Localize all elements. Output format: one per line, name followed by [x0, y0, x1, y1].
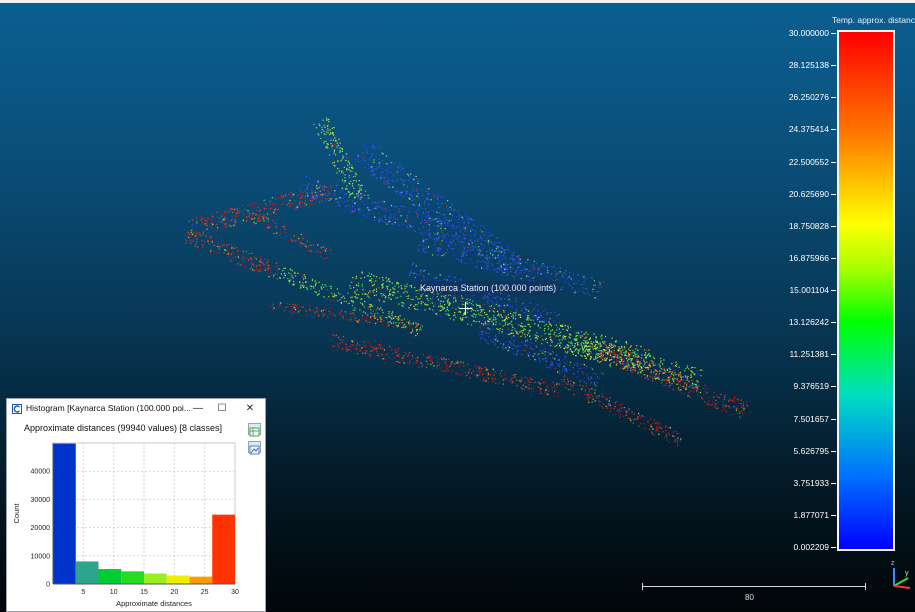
- histogram-window-title: Histogram [Kaynarca Station (100.000 poi…: [26, 403, 191, 413]
- color-scale-tick-label: 16.875966: [788, 252, 829, 263]
- x-tick-label: 15: [140, 589, 148, 596]
- color-scale-tick-label: 30.000000: [788, 28, 829, 38]
- scale-bar-cap-right: [865, 583, 866, 590]
- export-csv-button[interactable]: [248, 423, 261, 437]
- entity-label: Kaynarca Station (100.000 points): [417, 281, 560, 295]
- histogram-title: Approximate distances (99940 values) [8 …: [23, 423, 223, 433]
- histogram-bar: [121, 571, 144, 584]
- color-scale-tick-mark: [831, 386, 836, 388]
- crosshair-cursor-icon: [459, 302, 472, 315]
- color-scale-tick-label: 24.375414: [788, 124, 829, 135]
- y-tick-label: 40000: [31, 469, 51, 476]
- x-tick-label: 5: [81, 589, 85, 596]
- color-scale-tick-mark: [831, 450, 836, 452]
- histogram-bar: [98, 569, 122, 584]
- histogram-titlebar[interactable]: Histogram [Kaynarca Station (100.000 poi…: [7, 399, 265, 419]
- color-scale-bar: [837, 30, 895, 551]
- color-scale-tick-mark: [831, 482, 836, 484]
- histogram-chart: 5 10 15 20 25 30 0 10000 20000 30000 40000 Approxim…: [12, 442, 239, 608]
- color-scale-tick-label: 22.500552: [788, 156, 829, 167]
- x-tick-label: 30: [231, 589, 239, 596]
- scalar-field-title: Temp. approx. distanc: [831, 15, 915, 25]
- x-axis-title: Approximate distances: [116, 599, 192, 608]
- color-scale-tick-label: 13.126242: [788, 317, 829, 328]
- x-tick-label: 25: [201, 589, 209, 596]
- scale-bar-value: 80: [745, 593, 754, 602]
- color-scale-tick-label: 11.251381: [789, 349, 829, 360]
- y-tick-label: 0: [46, 582, 50, 589]
- axis-trihedron-icon: z y: [891, 560, 911, 589]
- y-tick-label: 30000: [31, 497, 51, 504]
- color-scale-tick-mark: [831, 225, 836, 227]
- color-scale-tick-label: 26.250276: [788, 92, 829, 103]
- scale-bar-line: [642, 586, 866, 587]
- color-scale-tick-mark: [831, 193, 836, 195]
- y-tick-label: 10000: [31, 553, 51, 560]
- color-scale-tick-mark: [831, 65, 836, 67]
- histogram-bar: [189, 576, 213, 584]
- color-scale-tick-label: 15.001104: [789, 285, 829, 295]
- axis-z-label: z: [891, 560, 895, 567]
- cloudcompare-app-icon: [12, 404, 22, 414]
- x-tick-label: 20: [170, 589, 178, 596]
- color-scale-tick-label: 28.125138: [788, 60, 829, 71]
- axis-y-label: y: [905, 570, 909, 577]
- color-scale-tick-label: 18.750828: [788, 220, 829, 231]
- histogram-bar: [53, 443, 76, 584]
- color-scale-tick-label: 5.626795: [793, 445, 829, 456]
- color-scale-tick-label: 3.751933: [793, 477, 829, 488]
- color-scale-tick-mark: [831, 547, 836, 548]
- color-scale-tick-mark: [831, 129, 836, 131]
- histogram-bar: [166, 575, 190, 584]
- color-scale-tick-label: 1.877071: [793, 509, 829, 520]
- scale-bar-cap-left: [642, 583, 643, 590]
- color-scale-tick-mark: [831, 33, 836, 34]
- color-scale-tick-mark: [831, 97, 836, 99]
- y-tick-label: 20000: [31, 525, 51, 532]
- color-scale-tick-mark: [831, 257, 836, 259]
- color-scale-tick-label: 0.002209: [793, 542, 829, 552]
- histogram-bar: [75, 561, 99, 584]
- color-scale-tick-mark: [831, 322, 836, 324]
- color-scale-tick-mark: [831, 161, 836, 163]
- color-scale-tick-mark: [831, 290, 836, 291]
- close-button[interactable]: ✕: [239, 401, 261, 417]
- color-scale-tick-mark: [831, 418, 836, 420]
- color-scale-tick-label: 9.376519: [793, 381, 829, 392]
- x-tick-label: 10: [110, 589, 118, 596]
- histogram-bar: [212, 514, 235, 584]
- histogram-window[interactable]: Histogram [Kaynarca Station (100.000 poi…: [6, 398, 266, 612]
- color-scale-tick-mark: [831, 514, 836, 516]
- color-scale-tick-label: 20.625690: [788, 188, 829, 199]
- maximize-button[interactable]: ☐: [211, 401, 233, 417]
- color-scale-tick-mark: [831, 354, 836, 356]
- histogram-bar: [144, 573, 167, 584]
- y-axis-title: Count: [12, 503, 21, 524]
- color-scale-tick-label: 7.501657: [793, 413, 829, 424]
- minimize-button[interactable]: —: [187, 401, 209, 417]
